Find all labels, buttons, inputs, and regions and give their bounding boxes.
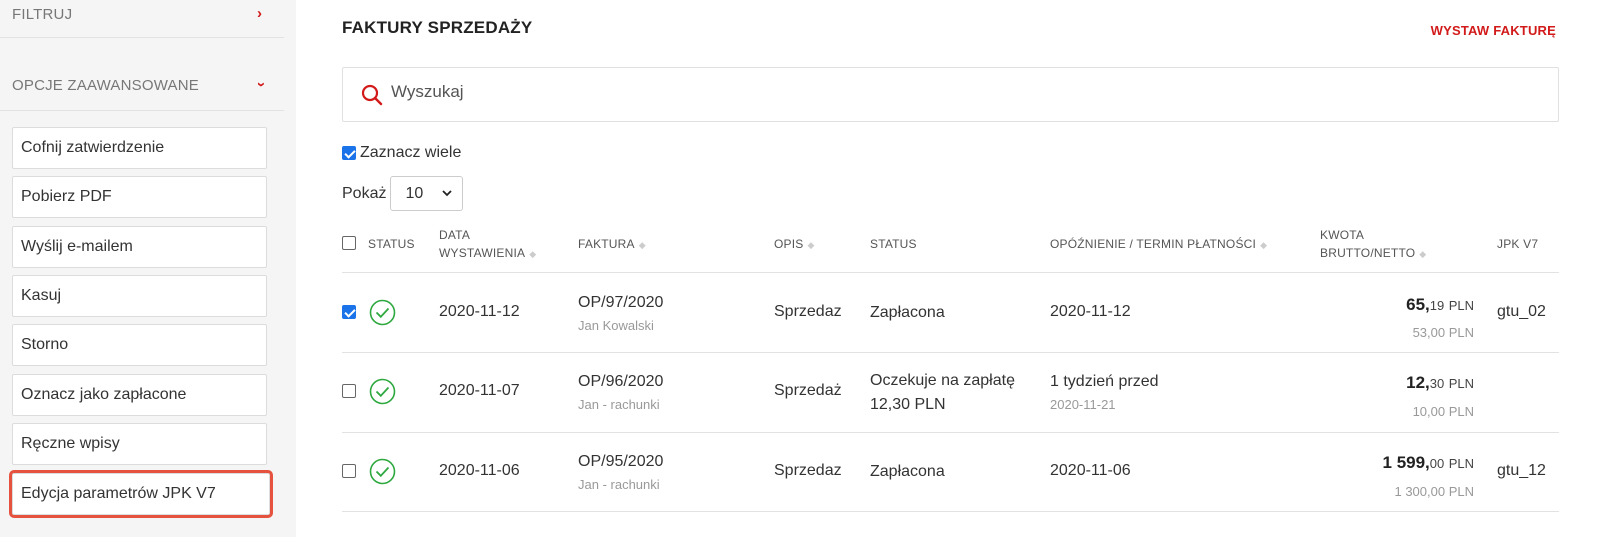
search-input[interactable] (391, 82, 991, 102)
col-delay-label: OPÓŹNIENIE / TERMIN PŁATNOŚCI (1050, 237, 1257, 251)
page-size: Pokaż 10 (342, 176, 464, 211)
row-desc: Sprzedaz (774, 303, 842, 320)
row-net: 10,00 PLN (1412, 404, 1474, 419)
chevron-down-icon[interactable]: › (253, 82, 270, 87)
col-date-line1: DATA (439, 228, 471, 242)
issue-invoice-button[interactable]: WYSTAW FAKTURĘ (1431, 23, 1556, 38)
row-client: Jan - rachunki (578, 477, 660, 492)
chevron-right-icon[interactable]: › (257, 5, 262, 22)
row-invoice-number[interactable]: OP/96/2020 (578, 373, 663, 391)
row-desc: Sprzedaz (774, 462, 842, 479)
storno-button[interactable]: Storno (12, 324, 267, 366)
table-divider (342, 511, 1559, 512)
col-date-line2: WYSTAWIENIA (439, 246, 526, 260)
search-icon (361, 84, 383, 106)
row-gross-int: 1 599, (1382, 453, 1430, 472)
sort-icon: ◆ (807, 240, 815, 250)
check-circle-icon (369, 299, 396, 326)
manual-entries-button[interactable]: Ręczne wpisy (12, 423, 267, 465)
row-jpk: gtu_12 (1497, 462, 1546, 479)
col-invoice-label: FAKTURA (578, 237, 635, 251)
row-currency: PLN (1448, 298, 1474, 313)
chevron-down-icon (442, 190, 453, 197)
row-delay: 1 tydzień przed (1050, 373, 1159, 390)
row-gross-dec: 19 (1429, 298, 1445, 313)
sidebar-divider (0, 37, 284, 38)
advanced-options-toggle[interactable]: OPCJE ZAAWANSOWANE (12, 77, 199, 94)
sort-icon: ◆ (638, 240, 646, 250)
row-checkbox[interactable] (342, 384, 356, 398)
send-email-button[interactable]: Wyślij e-mailem (12, 226, 267, 268)
row-desc: Sprzedaż (774, 382, 842, 399)
row-status-amount: 12,30 PLN (870, 396, 946, 413)
col-jpk: JPK V7 (1497, 237, 1539, 251)
col-amount[interactable]: KWOTA BRUTTO/NETTO ◆ (1320, 226, 1426, 263)
edit-jpk-v7-button[interactable]: Edycja parametrów JPK V7 (9, 470, 273, 518)
row-date: 2020-11-07 (439, 382, 520, 399)
col-amount-line1: KWOTA (1320, 228, 1365, 242)
row-gross-int: 65, (1406, 295, 1430, 314)
col-invoice[interactable]: FAKTURA ◆ (578, 235, 646, 254)
row-gross-dec: 30 (1429, 376, 1445, 391)
row-gross: 65,19 PLN (1314, 295, 1474, 315)
col-date[interactable]: DATA WYSTAWIENIA ◆ (439, 226, 536, 263)
row-currency: PLN (1448, 456, 1474, 471)
page-size-value: 10 (405, 184, 424, 202)
row-net: 53,00 PLN (1412, 325, 1474, 340)
row-delay: 2020-11-06 (1050, 462, 1131, 479)
col-desc[interactable]: OPIS ◆ (774, 235, 815, 254)
delete-button[interactable]: Kasuj (12, 275, 267, 317)
row-gross-int: 12, (1406, 373, 1430, 392)
row-gross: 1 599,00 PLN (1314, 453, 1474, 473)
sidebar: FILTRUJ › OPCJE ZAAWANSOWANE › Cofnij za… (0, 0, 296, 537)
row-checkbox[interactable] (342, 464, 356, 478)
row-checkbox[interactable] (342, 305, 356, 319)
row-currency: PLN (1448, 376, 1474, 391)
table-divider (342, 352, 1559, 353)
sort-icon: ◆ (1419, 249, 1427, 259)
filter-toggle[interactable]: FILTRUJ (12, 6, 72, 23)
table-divider (342, 272, 1559, 273)
sidebar-divider (0, 110, 284, 111)
col-status: STATUS (870, 237, 917, 251)
select-many-label: Zaznacz wiele (360, 144, 462, 161)
row-jpk: gtu_02 (1497, 303, 1546, 320)
page-size-label: Pokaż (342, 184, 387, 202)
row-date: 2020-11-06 (439, 462, 520, 479)
row-invoice-number[interactable]: OP/95/2020 (578, 453, 663, 471)
sort-icon: ◆ (1260, 240, 1268, 250)
undo-approval-button[interactable]: Cofnij zatwierdzenie (12, 127, 267, 169)
row-delay: 2020-11-12 (1050, 303, 1131, 320)
row-client: Jan - rachunki (578, 397, 660, 412)
select-many-checkbox[interactable] (342, 146, 356, 160)
row-gross: 12,30 PLN (1314, 373, 1474, 393)
page-size-select[interactable]: 10 (390, 176, 464, 211)
page-title: FAKTURY SPRZEDAŻY (342, 18, 533, 37)
col-desc-label: OPIS (774, 237, 804, 251)
row-status: Zapłacona (870, 304, 945, 321)
table-divider (342, 432, 1559, 433)
row-status: Zapłacona (870, 463, 945, 480)
mark-paid-button[interactable]: Oznacz jako zapłacone (12, 374, 267, 416)
check-circle-icon (369, 458, 396, 485)
sort-icon: ◆ (529, 249, 537, 259)
row-client: Jan Kowalski (578, 318, 654, 333)
row-status: Oczekuje na zapłatę (870, 372, 1015, 389)
row-invoice-number[interactable]: OP/97/2020 (578, 294, 663, 312)
row-due-date: 2020-11-21 (1050, 397, 1116, 412)
select-many[interactable]: Zaznacz wiele (342, 144, 461, 162)
col-delay[interactable]: OPÓŹNIENIE / TERMIN PŁATNOŚCI ◆ (1050, 235, 1267, 254)
check-circle-icon (369, 378, 396, 405)
col-amount-line2: BRUTTO/NETTO (1320, 246, 1416, 260)
col-status-select: STATUS (368, 237, 415, 251)
select-all-checkbox[interactable] (342, 236, 356, 250)
row-net: 1 300,00 PLN (1394, 484, 1474, 499)
row-date: 2020-11-12 (439, 303, 520, 320)
search-box (342, 67, 1559, 122)
row-gross-dec: 00 (1429, 456, 1445, 471)
download-pdf-button[interactable]: Pobierz PDF (12, 176, 267, 218)
